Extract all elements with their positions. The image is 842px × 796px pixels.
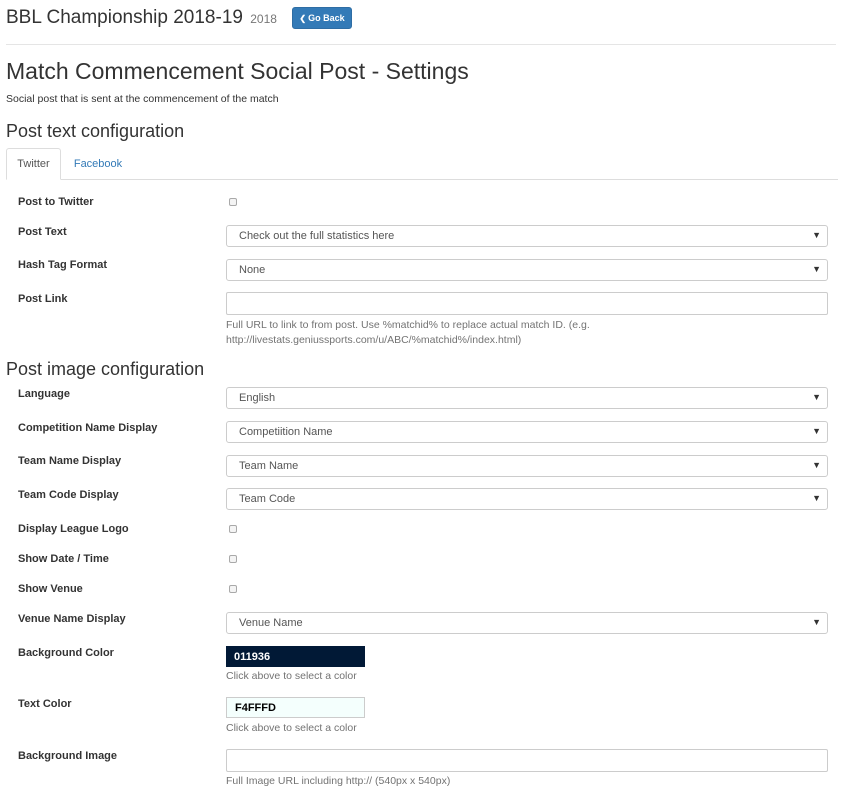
venue-name-display-select[interactable]: Venue Name ▼: [226, 612, 828, 634]
competition-title: BBL Championship 2018-19: [6, 7, 243, 28]
hash-tag-format-value: None: [239, 264, 266, 276]
language-value: English: [239, 392, 276, 404]
triangle-down-icon: ▼: [812, 460, 821, 470]
post-text-label: Post Text: [18, 226, 67, 238]
venue-name-display-value: Venue Name: [239, 617, 303, 629]
post-to-twitter-label: Post to Twitter: [18, 196, 94, 208]
show-venue-label: Show Venue: [18, 583, 83, 595]
background-color-picker[interactable]: 011936: [226, 646, 365, 667]
competition-name-display-value: Competiition Name: [239, 426, 333, 438]
team-name-display-label: Team Name Display: [18, 455, 122, 467]
post-link-help: Full URL to link to from post. Use %matc…: [226, 318, 590, 348]
team-code-display-label: Team Code Display: [18, 489, 119, 501]
venue-name-display-label: Venue Name Display: [18, 613, 126, 625]
display-league-logo-checkbox[interactable]: [229, 525, 237, 533]
competition-year: 2018: [250, 12, 277, 26]
post-link-help-line1: Full URL to link to from post. Use %matc…: [226, 319, 590, 331]
triangle-down-icon: ▼: [812, 264, 821, 274]
background-image-help: Full Image URL including http:// (540px …: [226, 775, 451, 787]
show-date-time-label: Show Date / Time: [18, 553, 109, 565]
page-subtitle: Social post that is sent at the commence…: [6, 93, 279, 105]
triangle-down-icon: ▼: [812, 617, 821, 627]
competition-name-display-select[interactable]: Competiition Name ▼: [226, 421, 828, 443]
post-link-label: Post Link: [18, 293, 68, 305]
go-back-label: Go Back: [308, 13, 345, 23]
triangle-down-icon: ▼: [812, 392, 821, 402]
post-link-input[interactable]: [226, 292, 828, 315]
background-color-help: Click above to select a color: [226, 670, 357, 682]
chevron-left-icon: ❮: [299, 13, 307, 23]
go-back-button[interactable]: ❮ Go Back: [292, 7, 352, 29]
triangle-down-icon: ▼: [812, 426, 821, 436]
post-text-select[interactable]: Check out the full statistics here ▼: [226, 225, 828, 247]
hash-tag-format-select[interactable]: None ▼: [226, 259, 828, 281]
background-image-input[interactable]: [226, 749, 828, 772]
triangle-down-icon: ▼: [812, 230, 821, 240]
page-title: Match Commencement Social Post - Setting…: [6, 58, 469, 84]
text-color-picker[interactable]: F4FFFD: [226, 697, 365, 718]
team-code-display-select[interactable]: Team Code ▼: [226, 488, 828, 510]
competition-name-display-label: Competition Name Display: [18, 422, 158, 434]
language-select[interactable]: English ▼: [226, 387, 828, 409]
language-label: Language: [18, 388, 70, 400]
header-title: BBL Championship 2018-19 2018: [6, 7, 277, 29]
team-name-display-value: Team Name: [239, 460, 299, 472]
header-divider: [6, 44, 836, 45]
post-text-value: Check out the full statistics here: [239, 230, 395, 242]
post-to-twitter-checkbox[interactable]: [229, 198, 237, 206]
tab-twitter[interactable]: Twitter: [6, 148, 61, 180]
triangle-down-icon: ▼: [812, 493, 821, 503]
background-color-value: 011936: [234, 650, 271, 663]
show-date-time-checkbox[interactable]: [229, 555, 237, 563]
tab-facebook[interactable]: Facebook: [63, 148, 133, 180]
show-venue-checkbox[interactable]: [229, 585, 237, 593]
text-color-label: Text Color: [18, 698, 72, 710]
post-text-section-title: Post text configuration: [6, 121, 185, 141]
post-link-help-line2: http://livestats.geniussports.com/u/ABC/…: [226, 334, 522, 346]
post-image-section-title: Post image configuration: [6, 359, 205, 379]
display-league-logo-label: Display League Logo: [18, 523, 129, 535]
hash-tag-format-label: Hash Tag Format: [18, 259, 108, 271]
team-code-display-value: Team Code: [239, 493, 296, 505]
text-color-help: Click above to select a color: [226, 722, 357, 734]
team-name-display-select[interactable]: Team Name ▼: [226, 455, 828, 477]
background-color-label: Background Color: [18, 647, 114, 659]
text-color-value: F4FFFD: [235, 701, 276, 714]
background-image-label: Background Image: [18, 750, 118, 762]
